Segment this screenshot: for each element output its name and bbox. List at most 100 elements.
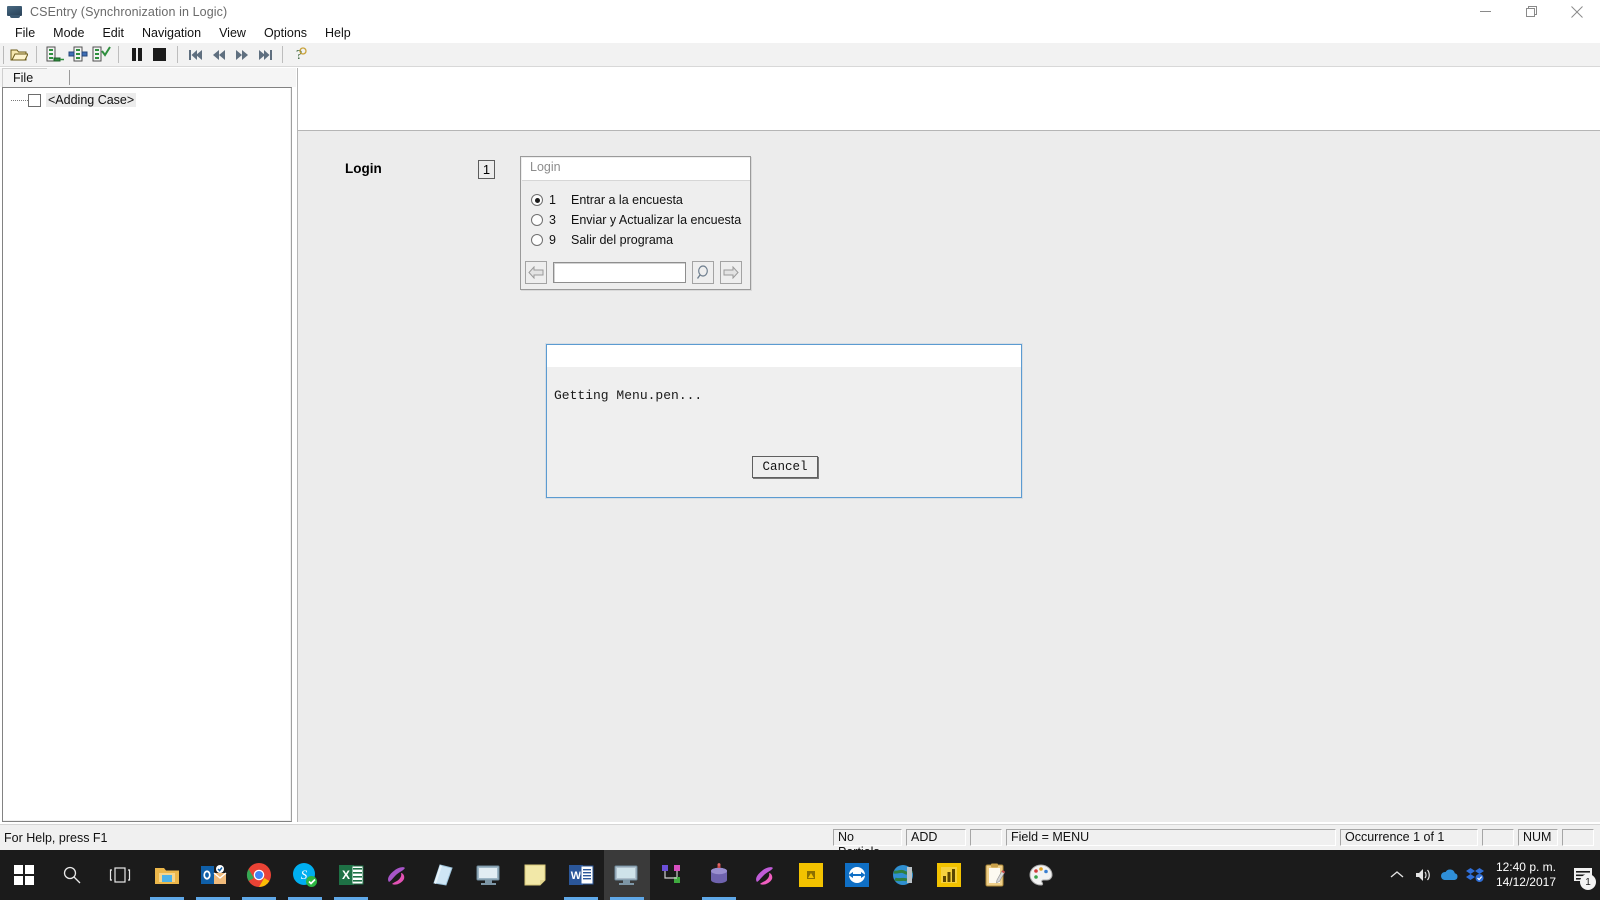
- status-bar: For Help, press F1 No Partials ADD Field…: [0, 824, 1600, 859]
- menu-options[interactable]: Options: [255, 24, 316, 42]
- windows-start-icon[interactable]: [0, 850, 48, 900]
- taskbar-app-sql-server[interactable]: [374, 850, 420, 900]
- login-option-3[interactable]: 3 Enviar y Actualizar la encuesta: [531, 210, 741, 230]
- tree-item-label: <Adding Case>: [46, 93, 137, 107]
- taskbar-app-sql-profiler[interactable]: [742, 850, 788, 900]
- taskbar-app-network-map[interactable]: [650, 850, 696, 900]
- minimize-icon[interactable]: [1462, 0, 1508, 23]
- tree-item-adding-case[interactable]: <Adding Case>: [3, 91, 291, 109]
- magnifier-icon[interactable]: [692, 261, 714, 284]
- help-icon[interactable]: ?: [289, 44, 312, 66]
- menu-navigation[interactable]: Navigation: [133, 24, 210, 42]
- close-icon[interactable]: [1554, 0, 1600, 23]
- login-field-label: Login: [345, 161, 382, 176]
- radio-icon[interactable]: [531, 214, 543, 226]
- status-field: Field = MENU: [1006, 829, 1336, 846]
- login-popup: Login 1 Entrar a la encuesta 3 Enviar y …: [520, 156, 751, 290]
- last-icon[interactable]: [253, 44, 276, 66]
- taskbar-app-notepad[interactable]: [420, 850, 466, 900]
- progress-dialog-titlebar: [547, 345, 1021, 367]
- login-option-9[interactable]: 9 Salir del programa: [531, 230, 741, 250]
- next-icon[interactable]: [230, 44, 253, 66]
- left-panel-tabstrip: File: [0, 68, 296, 87]
- toolbar-separator: [118, 46, 119, 63]
- system-tray: 12:40 p. m. 14/12/2017 1: [1384, 850, 1600, 900]
- status-help-text: For Help, press F1: [4, 830, 108, 845]
- tree-connector-icon: [11, 100, 28, 101]
- taskbar-app-monitor[interactable]: [466, 850, 512, 900]
- taskbar-app-yellow-app[interactable]: [788, 850, 834, 900]
- toolbar-separator: [282, 46, 283, 63]
- taskbar-app-database[interactable]: [696, 850, 742, 900]
- taskbar-app-csentry[interactable]: [604, 850, 650, 900]
- dropbox-icon[interactable]: [1462, 850, 1488, 900]
- progress-dialog-message: Getting Menu.pen...: [554, 388, 703, 403]
- verify-case-icon[interactable]: [89, 44, 112, 66]
- login-option-label: Entrar a la encuesta: [571, 193, 683, 207]
- clock-date: 14/12/2017: [1495, 875, 1556, 889]
- taskbar-app-skype[interactable]: S: [282, 850, 328, 900]
- login-option-code: 3: [549, 213, 556, 227]
- menu-help[interactable]: Help: [316, 24, 360, 42]
- menu-edit[interactable]: Edit: [93, 24, 133, 42]
- cancel-button[interactable]: Cancel: [752, 456, 818, 478]
- progress-dialog: Getting Menu.pen... Cancel: [546, 344, 1022, 498]
- pause-icon[interactable]: [125, 44, 148, 66]
- taskbar-app-paint[interactable]: [1018, 850, 1064, 900]
- login-field-value[interactable]: 1: [478, 160, 495, 179]
- radio-selected-icon[interactable]: [531, 194, 543, 206]
- radio-icon[interactable]: [531, 234, 543, 246]
- status-blank-3: [1562, 829, 1594, 846]
- status-blank-1: [970, 829, 1002, 846]
- status-blank-2: [1482, 829, 1514, 846]
- show-hidden-icons-icon[interactable]: [1384, 850, 1410, 900]
- taskbar-app-chrome[interactable]: [236, 850, 282, 900]
- windows-taskbar: S X W 12:40 p. m. 14/12/2017 1: [0, 850, 1600, 900]
- tab-file[interactable]: File: [2, 68, 48, 87]
- modify-case-icon[interactable]: [66, 44, 89, 66]
- menubar: File Mode Edit Navigation View Options H…: [0, 23, 1600, 43]
- back-arrow-icon[interactable]: [525, 261, 547, 284]
- action-center-icon[interactable]: 1: [1566, 850, 1600, 900]
- status-occurrence: Occurrence 1 of 1: [1340, 829, 1478, 846]
- tree-checkbox-icon[interactable]: [28, 93, 41, 107]
- clock-time: 12:40 p. m.: [1495, 860, 1556, 874]
- status-mode: ADD: [906, 829, 966, 846]
- taskbar-clock[interactable]: 12:40 p. m. 14/12/2017: [1488, 860, 1566, 890]
- application-window: CSEntry (Synchronization in Logic) File …: [0, 0, 1600, 900]
- first-icon[interactable]: [184, 44, 207, 66]
- search-icon[interactable]: [48, 850, 96, 900]
- maximize-icon[interactable]: [1508, 0, 1554, 23]
- taskbar-app-teamviewer[interactable]: [834, 850, 880, 900]
- login-popup-footer: [525, 260, 748, 285]
- taskbar-app-file-explorer[interactable]: [144, 850, 190, 900]
- taskbar-app-sticky-notes[interactable]: [512, 850, 558, 900]
- login-option-code: 1: [549, 193, 556, 207]
- task-view-icon[interactable]: [96, 850, 144, 900]
- taskbar-app-excel[interactable]: X: [328, 850, 374, 900]
- taskbar-app-powerbi[interactable]: [926, 850, 972, 900]
- taskbar-app-word[interactable]: W: [558, 850, 604, 900]
- login-option-1[interactable]: 1 Entrar a la encuesta: [531, 190, 741, 210]
- stop-icon[interactable]: [148, 44, 171, 66]
- login-search-input[interactable]: [553, 262, 686, 283]
- menu-mode[interactable]: Mode: [44, 24, 93, 42]
- window-title: CSEntry (Synchronization in Logic): [30, 4, 228, 19]
- toolbar-separator: [177, 46, 178, 63]
- menu-view[interactable]: View: [210, 24, 255, 42]
- menu-file[interactable]: File: [6, 24, 44, 42]
- login-option-code: 9: [549, 233, 556, 247]
- tab-divider: [69, 70, 70, 85]
- volume-icon[interactable]: [1410, 850, 1436, 900]
- toolbar: ?: [0, 43, 1600, 67]
- previous-icon[interactable]: [207, 44, 230, 66]
- app-monitor-icon: [7, 4, 23, 20]
- taskbar-app-clipboard[interactable]: [972, 850, 1018, 900]
- open-icon[interactable]: [7, 44, 30, 66]
- add-case-icon[interactable]: [43, 44, 66, 66]
- forward-arrow-icon[interactable]: [720, 261, 742, 284]
- taskbar-app-globe[interactable]: [880, 850, 926, 900]
- taskbar-app-outlook[interactable]: [190, 850, 236, 900]
- onedrive-icon[interactable]: [1436, 850, 1462, 900]
- login-option-label: Salir del programa: [571, 233, 674, 247]
